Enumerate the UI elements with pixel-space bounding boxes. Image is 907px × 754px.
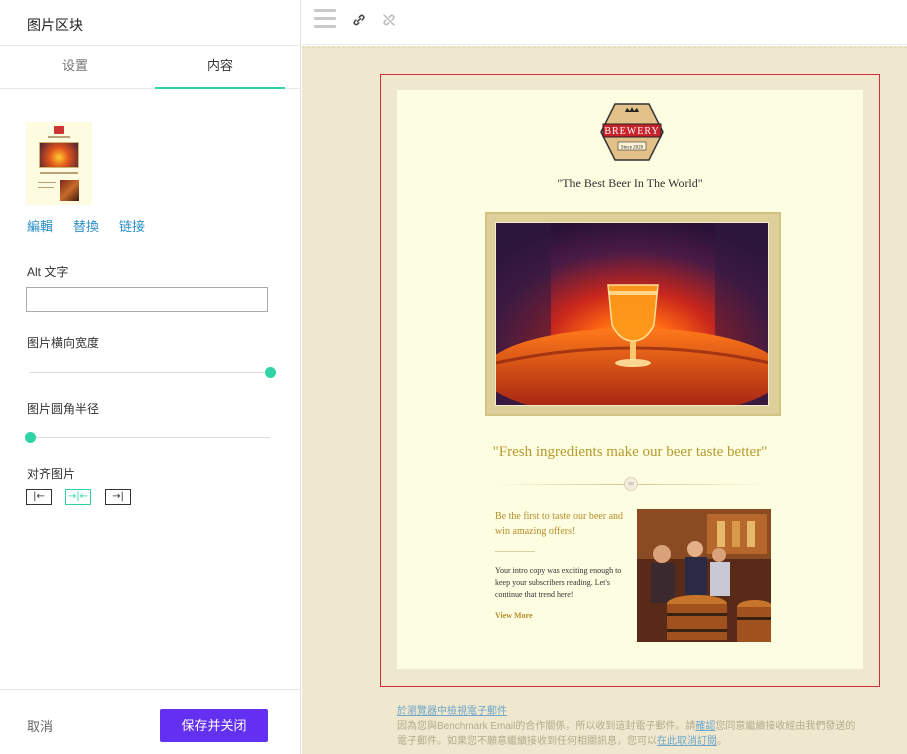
image-actions: 編輯 替換 链接	[27, 216, 165, 235]
tab-content[interactable]: 内容	[155, 46, 285, 89]
logo-since: Since 2020	[621, 146, 644, 151]
align-left-button[interactable]: |←	[26, 489, 52, 505]
email-footer-legal: 於瀏覽器中檢視電子郵件 因為您與Benchmark Email的合作關係，所以收…	[397, 704, 867, 749]
promo-rule	[495, 551, 535, 552]
divider-ornament-icon: ∞	[624, 477, 638, 491]
brewery-logo: BREWERY Since 2020	[600, 103, 664, 161]
panel-tabs: 设置 内容	[0, 45, 301, 89]
alt-text-label: Alt 文字	[27, 265, 69, 279]
link-icon[interactable]	[352, 13, 366, 30]
unsubscribe-link[interactable]: 在此取消訂閱	[657, 736, 717, 747]
legal-text: 您同意繼續接收經由我們發送的	[715, 721, 856, 732]
image-block-panel: 图片区块 设置 内容 編輯 替換 链接 Alt 文字 图片横向宽度 图片圆角半径 对…	[0, 0, 301, 754]
thumbnail-pub-image	[60, 180, 79, 201]
cancel-button[interactable]: 取消	[27, 716, 53, 735]
email-quote: "Fresh ingredients make our beer taste b…	[492, 444, 768, 460]
pub-image[interactable]	[637, 509, 771, 642]
replace-image-link[interactable]: 替換	[73, 219, 99, 234]
view-in-browser-link[interactable]: 於瀏覽器中檢視電子郵件	[397, 706, 507, 717]
save-and-close-button[interactable]: 保存并关闭	[160, 709, 268, 742]
thumbnail-text-line	[38, 187, 54, 188]
image-width-slider[interactable]	[30, 367, 276, 378]
center-align-icon: →|←	[67, 491, 89, 502]
email-tagline: "The Best Beer In The World"	[557, 176, 703, 190]
panel-footer: 取消 保存并关闭	[0, 689, 301, 754]
logo-name: BREWERY	[604, 126, 659, 137]
image-radius-slider-handle[interactable]	[24, 432, 36, 443]
hero-image-frame[interactable]	[485, 212, 781, 416]
email-body[interactable]: BREWERY Since 2020 "The Best Beer In The…	[397, 90, 863, 669]
confirm-link[interactable]: 確認	[695, 721, 715, 732]
edit-image-link[interactable]: 編輯	[27, 219, 53, 234]
menu-icon[interactable]	[314, 9, 336, 33]
email-canvas: BREWERY Since 2020 "The Best Beer In The…	[302, 46, 907, 754]
align-center-button[interactable]: →|←	[65, 489, 91, 505]
promo-heading: Be the first to taste our beer and win a…	[495, 511, 624, 537]
thumbnail-text-line	[48, 136, 70, 138]
thumbnail-logo	[54, 126, 64, 134]
legal-text: 。	[717, 736, 727, 747]
image-radius-label: 图片圆角半径	[27, 402, 100, 416]
tab-settings[interactable]: 设置	[0, 46, 150, 89]
hero-beer-image	[495, 222, 769, 406]
image-width-label: 图片横向宽度	[27, 336, 100, 350]
promo-copy: Your intro copy was exciting enough to k…	[495, 566, 622, 599]
canvas-dashed-guide	[302, 47, 907, 48]
align-right-button[interactable]: →|	[105, 489, 131, 505]
thumbnail-hero	[39, 142, 79, 168]
thumbnail-text-line	[38, 182, 56, 183]
right-align-icon: →|	[112, 491, 124, 502]
unlink-icon[interactable]	[382, 13, 396, 30]
left-align-icon: |←	[33, 491, 45, 502]
image-radius-slider[interactable]	[24, 432, 270, 443]
thumbnail-text-line	[40, 172, 78, 174]
panel-title: 图片区块	[27, 17, 83, 33]
legal-text: 電子郵件。如果您不願意繼續接收到任何相關訊息，您可以	[397, 736, 657, 747]
image-link-link[interactable]: 链接	[119, 219, 145, 234]
legal-text: 因為您與Benchmark Email的合作關係，所以收到這封電子郵件。請	[397, 721, 696, 732]
editor-toolbar	[302, 0, 907, 45]
alt-text-input[interactable]	[26, 287, 268, 312]
align-image-label: 对齐图片	[27, 467, 76, 481]
view-more-link[interactable]: View More	[495, 611, 533, 620]
image-thumbnail[interactable]	[26, 122, 92, 205]
image-width-slider-handle[interactable]	[264, 367, 276, 378]
